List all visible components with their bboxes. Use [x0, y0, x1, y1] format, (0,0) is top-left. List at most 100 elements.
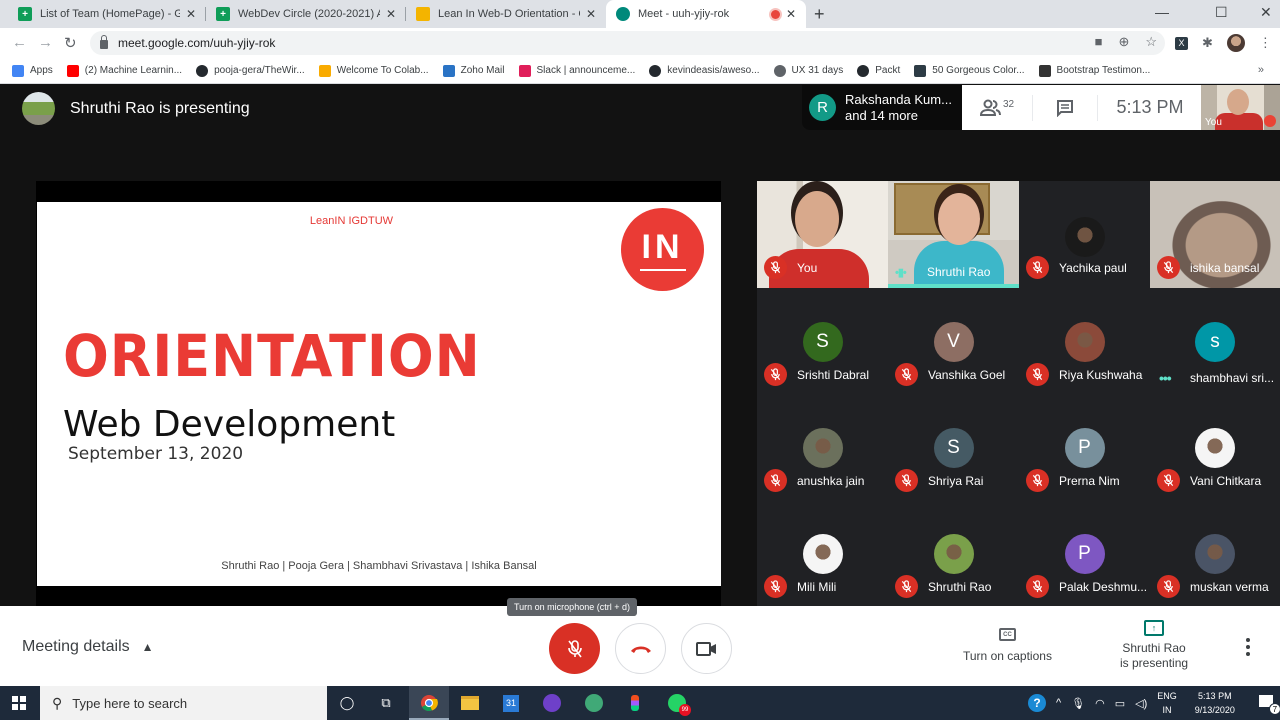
extensions-puzzle-icon[interactable]: ✱	[1202, 35, 1213, 51]
participant-tile[interactable]: You	[757, 181, 888, 288]
codepen-icon	[1038, 64, 1051, 77]
active-speaker-chip[interactable]: R Rakshanda Kum... and 14 more	[802, 85, 962, 130]
bookmark-item[interactable]: Zoho Mail	[442, 64, 505, 77]
meeting-details-button[interactable]: Meeting details ▲	[22, 638, 154, 656]
participant-tile[interactable]: Mili Mili	[757, 500, 888, 606]
bookmark-item[interactable]: 50 Gorgeous Color...	[914, 64, 1025, 77]
forward-arrow-icon[interactable]: →	[38, 34, 53, 51]
participant-tile[interactable]: Vani Chitkara	[1150, 394, 1280, 500]
chat-button[interactable]	[1033, 99, 1097, 117]
participant-tile[interactable]: anushka jain	[757, 394, 888, 500]
presenting-button[interactable]: ↑ Shruthi Rao is presenting	[1120, 620, 1188, 671]
taskbar-clock[interactable]: 5:13 PM 9/13/2020	[1195, 689, 1235, 717]
battery-icon[interactable]: ▭	[1115, 697, 1125, 710]
address-bar[interactable]: meet.google.com/uuh-yjiy-rok ■ ⊕ ☆	[90, 31, 1165, 55]
more-options-button[interactable]	[1246, 638, 1250, 656]
zoho-mail-icon	[442, 64, 455, 77]
atom-icon[interactable]	[584, 693, 604, 713]
tab-webdev-circle[interactable]: + WebDev Circle (2020-2021) Atter ✕	[206, 0, 406, 28]
notification-center-icon[interactable]: 7	[1258, 695, 1280, 715]
minimize-button[interactable]: —	[1155, 4, 1169, 20]
bookmark-item[interactable]: pooja-gera/TheWir...	[196, 64, 305, 77]
camera-in-use-icon[interactable]: ■	[1095, 34, 1103, 50]
bookmark-item[interactable]: Slack | announceme...	[518, 64, 635, 77]
maximize-button[interactable]: ☐	[1215, 4, 1228, 21]
github-desktop-icon[interactable]	[542, 693, 562, 713]
leave-call-button[interactable]	[615, 623, 666, 674]
participant-tile[interactable]: Yachika paul	[1019, 181, 1150, 288]
participant-name: muskan verma	[1190, 579, 1269, 594]
close-tab-icon[interactable]: ✕	[386, 7, 396, 21]
bookmark-item[interactable]: Bootstrap Testimon...	[1038, 64, 1151, 77]
bookmark-label: Packt	[875, 65, 901, 76]
tab-meet[interactable]: Meet - uuh-yjiy-rok ✕	[606, 0, 806, 28]
close-tab-icon[interactable]: ✕	[786, 7, 796, 21]
camera-toggle-button[interactable]	[681, 623, 732, 674]
chrome-icon[interactable]	[419, 693, 439, 713]
audio-wave-icon: •▮•	[895, 266, 907, 279]
close-window-button[interactable]: ✕	[1260, 4, 1272, 21]
microphone-tray-icon[interactable]: 🎙︎	[1071, 697, 1085, 710]
zoom-icon[interactable]: ⊕	[1118, 34, 1129, 50]
back-arrow-icon[interactable]: ←	[12, 34, 27, 51]
participant-tile[interactable]: s ••• shambhavi sri...	[1150, 288, 1280, 394]
bookmark-label: kevindeasis/aweso...	[667, 65, 760, 76]
mic-off-icon	[1026, 469, 1049, 492]
bookmark-item[interactable]: UX 31 days	[773, 64, 843, 77]
tab-lean-in-orientation[interactable]: Lean In Web-D Orientation - Goo ✕	[406, 0, 606, 28]
bookmark-item[interactable]: (2) Machine Learnin...	[66, 64, 182, 77]
participant-tile[interactable]: S Srishti Dabral	[757, 288, 888, 394]
bookmark-star-icon[interactable]: ☆	[1145, 34, 1157, 50]
presenting-label-1: Shruthi Rao	[1122, 641, 1186, 655]
close-tab-icon[interactable]: ✕	[586, 7, 596, 21]
more-bookmarks-icon[interactable]: »	[1258, 64, 1264, 76]
windows-start-icon[interactable]	[12, 696, 26, 710]
calendar-icon[interactable]: 31	[501, 693, 521, 713]
google-slides-icon	[416, 7, 430, 21]
captions-button[interactable]: CC Turn on captions	[963, 628, 1052, 663]
figma-icon[interactable]	[625, 693, 645, 713]
tab-list-of-team[interactable]: + List of Team (HomePage) - Goog ✕	[8, 0, 206, 28]
audio-activity-icon: •••	[1159, 370, 1172, 386]
url-text[interactable]: meet.google.com/uuh-yjiy-rok	[118, 36, 275, 50]
browser-tab-strip: + List of Team (HomePage) - Goog ✕ + Web…	[0, 0, 1280, 28]
bookmark-label: Bootstrap Testimon...	[1056, 65, 1151, 76]
help-icon[interactable]: ?	[1028, 694, 1046, 712]
chevron-up-icon: ▲	[141, 640, 154, 654]
participant-tile[interactable]: P Palak Deshmu...	[1019, 500, 1150, 606]
participant-tile[interactable]: P Prerna Nim	[1019, 394, 1150, 500]
windows-taskbar: ⚲ Type here to search ◯ ⧉ 31 99 ? ^ 🎙︎ ◠…	[0, 686, 1280, 720]
recording-indicator-icon	[770, 9, 780, 19]
task-view-icon[interactable]: ⧉	[376, 693, 396, 713]
video-camera-icon	[695, 641, 716, 656]
participants-button[interactable]: 32	[962, 99, 1032, 117]
participant-tile[interactable]: Riya Kushwaha	[1019, 288, 1150, 394]
participant-tile[interactable]: Shruthi Rao	[888, 500, 1019, 606]
microphone-toggle-button[interactable]	[549, 623, 600, 674]
bookmark-item[interactable]: Apps	[12, 64, 53, 77]
taskbar-search[interactable]: ⚲ Type here to search	[40, 686, 327, 720]
close-tab-icon[interactable]: ✕	[186, 7, 196, 21]
show-hidden-icons-chevron-icon[interactable]: ^	[1056, 697, 1061, 709]
bookmark-item[interactable]: Welcome To Colab...	[318, 64, 429, 77]
wifi-icon[interactable]: ◠	[1095, 697, 1105, 710]
participants-count: 32	[1002, 98, 1015, 110]
cortana-icon[interactable]: ◯	[337, 693, 357, 713]
excel-extension-icon[interactable]: X	[1175, 36, 1188, 50]
reload-icon[interactable]: ↻	[64, 34, 77, 52]
new-tab-button[interactable]: +	[814, 4, 825, 25]
participant-tile[interactable]: muskan verma	[1150, 500, 1280, 606]
file-explorer-icon[interactable]	[460, 693, 480, 713]
language-indicator[interactable]: ENG IN	[1157, 689, 1177, 717]
participant-tile[interactable]: S Shriya Rai	[888, 394, 1019, 500]
browser-menu-icon[interactable]: ⋮	[1259, 35, 1272, 51]
volume-icon[interactable]: ◁)	[1135, 697, 1147, 710]
self-view-thumbnail[interactable]: You	[1201, 85, 1280, 130]
bookmark-item[interactable]: kevindeasis/aweso...	[649, 64, 760, 77]
bookmark-item[interactable]: Packt	[857, 64, 901, 77]
whatsapp-icon[interactable]: 99	[667, 693, 691, 716]
profile-avatar[interactable]	[1226, 34, 1245, 52]
participant-tile[interactable]: •▮• Shruthi Rao	[888, 181, 1019, 288]
participant-tile[interactable]: V Vanshika Goel	[888, 288, 1019, 394]
participant-tile[interactable]: ishika bansal	[1150, 181, 1280, 288]
